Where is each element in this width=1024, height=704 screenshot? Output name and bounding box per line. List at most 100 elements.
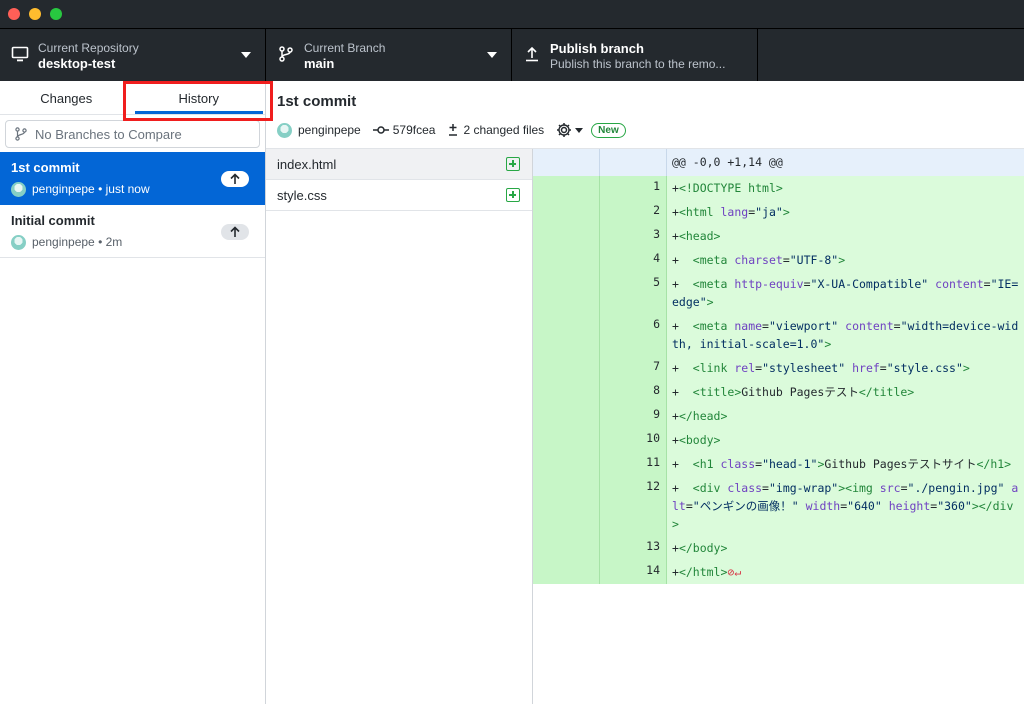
sidebar: Changes History No Branches to Compare 1… xyxy=(0,81,273,704)
diff-icon xyxy=(449,124,458,136)
diff-old-line-number xyxy=(533,560,600,584)
file-name: style.css xyxy=(277,188,327,203)
diff-line[interactable]: 6 + <meta name="viewport" content="width=… xyxy=(533,314,1024,356)
diff-line-code: +<!DOCTYPE html> xyxy=(672,181,783,195)
diff-old-line-number xyxy=(533,356,600,380)
diff-line-code: +<html lang="ja"> xyxy=(672,205,790,219)
current-branch-name: main xyxy=(304,56,335,71)
commit-detail-panel: 1st commit penginpepe 579fcea 2 changed … xyxy=(266,81,1024,704)
window-titlebar xyxy=(0,0,1024,28)
diff-new-line-number: 14 xyxy=(600,560,667,584)
diff-line-code: +<body> xyxy=(672,433,721,447)
diff-old-line-number xyxy=(533,536,600,560)
diff-settings-button[interactable] xyxy=(556,122,584,138)
diff-old-line-number xyxy=(533,404,600,428)
diff-old-line-number xyxy=(533,380,600,404)
diff-line[interactable]: 2 +<html lang="ja"> xyxy=(533,200,1024,224)
tab-changes[interactable]: Changes xyxy=(0,81,133,114)
publish-branch-label: Publish branch xyxy=(550,41,644,56)
commit-summary-meta: penginpepe 579fcea 2 changed files New xyxy=(277,121,626,139)
chevron-down-icon xyxy=(487,52,497,58)
minimize-window-button[interactable] xyxy=(29,8,41,20)
changed-files-group: 2 changed files xyxy=(447,123,544,137)
branch-icon xyxy=(279,46,293,62)
diff-line[interactable]: 9 +</head> xyxy=(533,404,1024,428)
avatar xyxy=(11,181,26,197)
diff-line-code: + <link rel="stylesheet" href="style.css… xyxy=(672,361,970,375)
diff-line[interactable]: 8 + <title>Github Pagesテスト</title> xyxy=(533,380,1024,404)
diff-line[interactable]: 5 + <meta http-equiv="X-UA-Compatible" co… xyxy=(533,272,1024,314)
diff-line-code: + <meta http-equiv="X-UA-Compatible" con… xyxy=(672,277,1019,309)
publish-branch-description: Publish this branch to the remo... xyxy=(550,57,726,71)
chevron-down-icon xyxy=(241,52,251,58)
commit-list-item[interactable]: 1st commit penginpepe • just now xyxy=(0,152,265,205)
diff-line[interactable]: 14 +</html>⊘↵ xyxy=(533,560,1024,584)
diff-line[interactable]: 10 +<body> xyxy=(533,428,1024,452)
commit-author: penginpepe xyxy=(32,182,95,196)
diff-line[interactable]: 13 +</body> xyxy=(533,536,1024,560)
diff-old-line-number xyxy=(533,476,600,536)
commit-sha-group[interactable]: 579fcea xyxy=(372,123,436,137)
chevron-down-icon xyxy=(575,127,584,133)
branch-icon xyxy=(15,127,27,141)
diff-new-line-number: 11 xyxy=(600,452,667,476)
commit-list-item[interactable]: Initial commit penginpepe • 2m xyxy=(0,205,265,258)
avatar xyxy=(277,122,292,138)
close-window-button[interactable] xyxy=(8,8,20,20)
diff-old-line-number xyxy=(533,272,600,314)
separator-dot: • xyxy=(94,182,106,196)
changed-files-list: index.html style.css xyxy=(266,149,533,704)
file-added-icon xyxy=(506,188,520,202)
branch-compare-input[interactable]: No Branches to Compare xyxy=(5,120,260,148)
commit-meta: penginpepe • 2m xyxy=(11,234,122,250)
diff-new-line-number: 12 xyxy=(600,476,667,536)
file-list-item[interactable]: index.html xyxy=(266,149,532,180)
commit-time: 2m xyxy=(105,235,123,249)
diff-line[interactable]: 1 +<!DOCTYPE html> xyxy=(533,176,1024,200)
diff-old-line-number xyxy=(533,248,600,272)
branch-compare-placeholder: No Branches to Compare xyxy=(35,127,182,142)
diff-line-code: + <div class="img-wrap"><img src="./peng… xyxy=(672,481,1019,531)
diff-old-line-number xyxy=(533,428,600,452)
diff-old-line-number xyxy=(533,224,600,248)
commit-summary-title: 1st commit xyxy=(277,93,357,110)
avatar xyxy=(11,234,26,250)
arrow-up-icon xyxy=(230,173,240,184)
commit-list: 1st commit penginpepe • just now Initial… xyxy=(0,152,265,258)
diff-line[interactable]: 12 + <div class="img-wrap"><img src="./pe… xyxy=(533,476,1024,536)
diff-line[interactable]: 11 + <h1 class="head-1">Github Pagesテストサイ… xyxy=(533,452,1024,476)
commit-sha: 579fcea xyxy=(392,123,436,137)
diff-line-code: +<head> xyxy=(672,229,721,243)
diff-new-line-number: 3 xyxy=(600,224,667,248)
commit-author: penginpepe xyxy=(32,235,95,249)
current-branch-button[interactable]: Current Branch main xyxy=(266,29,512,81)
hunk-header-text: @@ -0,0 +1,14 @@ xyxy=(672,155,783,169)
commit-author-group: penginpepe xyxy=(277,122,361,138)
file-name: index.html xyxy=(277,157,337,172)
file-list-item[interactable]: style.css xyxy=(266,180,532,211)
current-repository-button[interactable]: Current Repository desktop-test xyxy=(0,29,266,81)
diff-new-line-number: 8 xyxy=(600,380,667,404)
commit-title: 1st commit xyxy=(11,160,80,175)
publish-branch-button[interactable]: Publish branch Publish this branch to th… xyxy=(512,29,758,81)
diff-line-code: +</html>⊘↵ xyxy=(672,565,742,579)
current-repository-name: desktop-test xyxy=(38,56,116,71)
diff-new-line-number: 4 xyxy=(600,248,667,272)
upload-icon xyxy=(526,46,538,62)
zoom-window-button[interactable] xyxy=(50,8,62,20)
current-branch-label: Current Branch xyxy=(304,41,386,55)
diff-line[interactable]: 3 +<head> xyxy=(533,224,1024,248)
tab-history[interactable]: History xyxy=(133,81,266,114)
unpushed-commit-badge xyxy=(221,171,249,187)
diff-new-line-number: 13 xyxy=(600,536,667,560)
diff-old-line-number xyxy=(533,176,600,200)
commit-title: Initial commit xyxy=(11,213,95,228)
diff-new-line-number: 5 xyxy=(600,272,667,314)
diff-view[interactable]: @@ -0,0 +1,14 @@ 1 +<!DOCTYPE html> 2 +<htm… xyxy=(533,149,1024,584)
diff-line-code: + <title>Github Pagesテスト</title> xyxy=(672,385,915,399)
diff-new-line-number: 7 xyxy=(600,356,667,380)
diff-line[interactable]: 4 + <meta charset="UTF-8"> xyxy=(533,248,1024,272)
git-commit-icon xyxy=(372,126,389,134)
diff-old-line-number xyxy=(533,314,600,356)
diff-line[interactable]: 7 + <link rel="stylesheet" href="style.cs… xyxy=(533,356,1024,380)
